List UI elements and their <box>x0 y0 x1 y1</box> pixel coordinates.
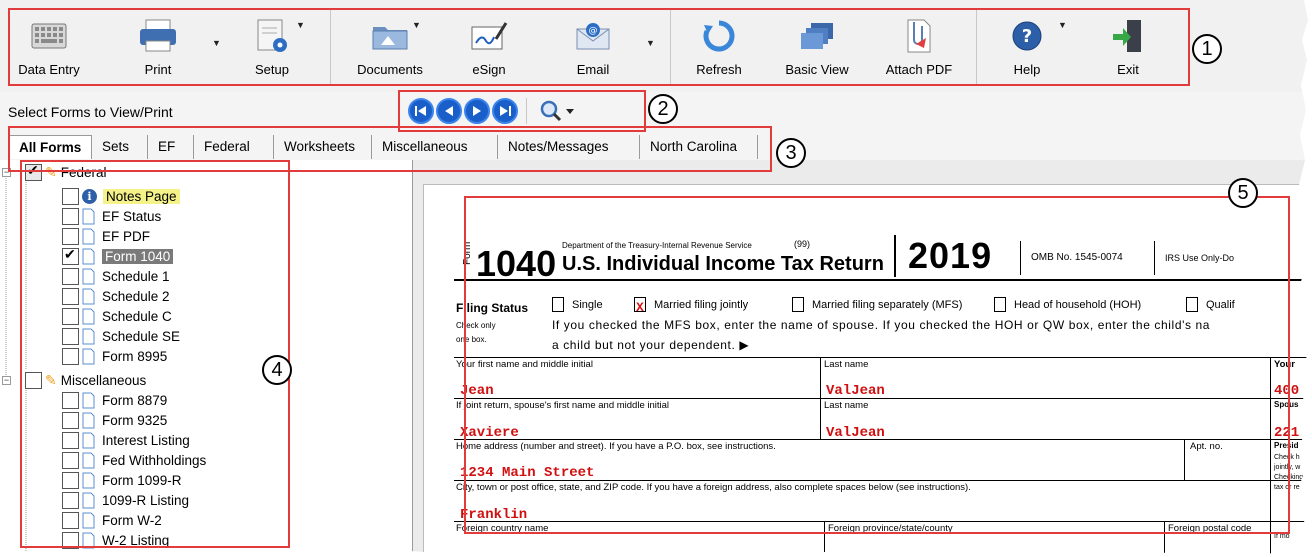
callout-box-preview <box>464 196 1290 534</box>
callout-4: 4 <box>262 355 292 385</box>
callout-2: 2 <box>648 94 678 124</box>
callout-1: 1 <box>1192 34 1222 64</box>
collapse-icon[interactable]: − <box>2 375 11 385</box>
side-note: If mo <box>1274 533 1290 540</box>
callout-box-toolbar <box>8 8 1190 86</box>
select-forms-title: Select Forms to View/Print <box>8 104 173 120</box>
torn-edge-right <box>1299 0 1312 557</box>
callout-5: 5 <box>1228 178 1258 208</box>
torn-edge-bottom <box>0 549 1312 557</box>
callout-3: 3 <box>776 138 806 168</box>
callout-box-tree <box>20 160 290 548</box>
